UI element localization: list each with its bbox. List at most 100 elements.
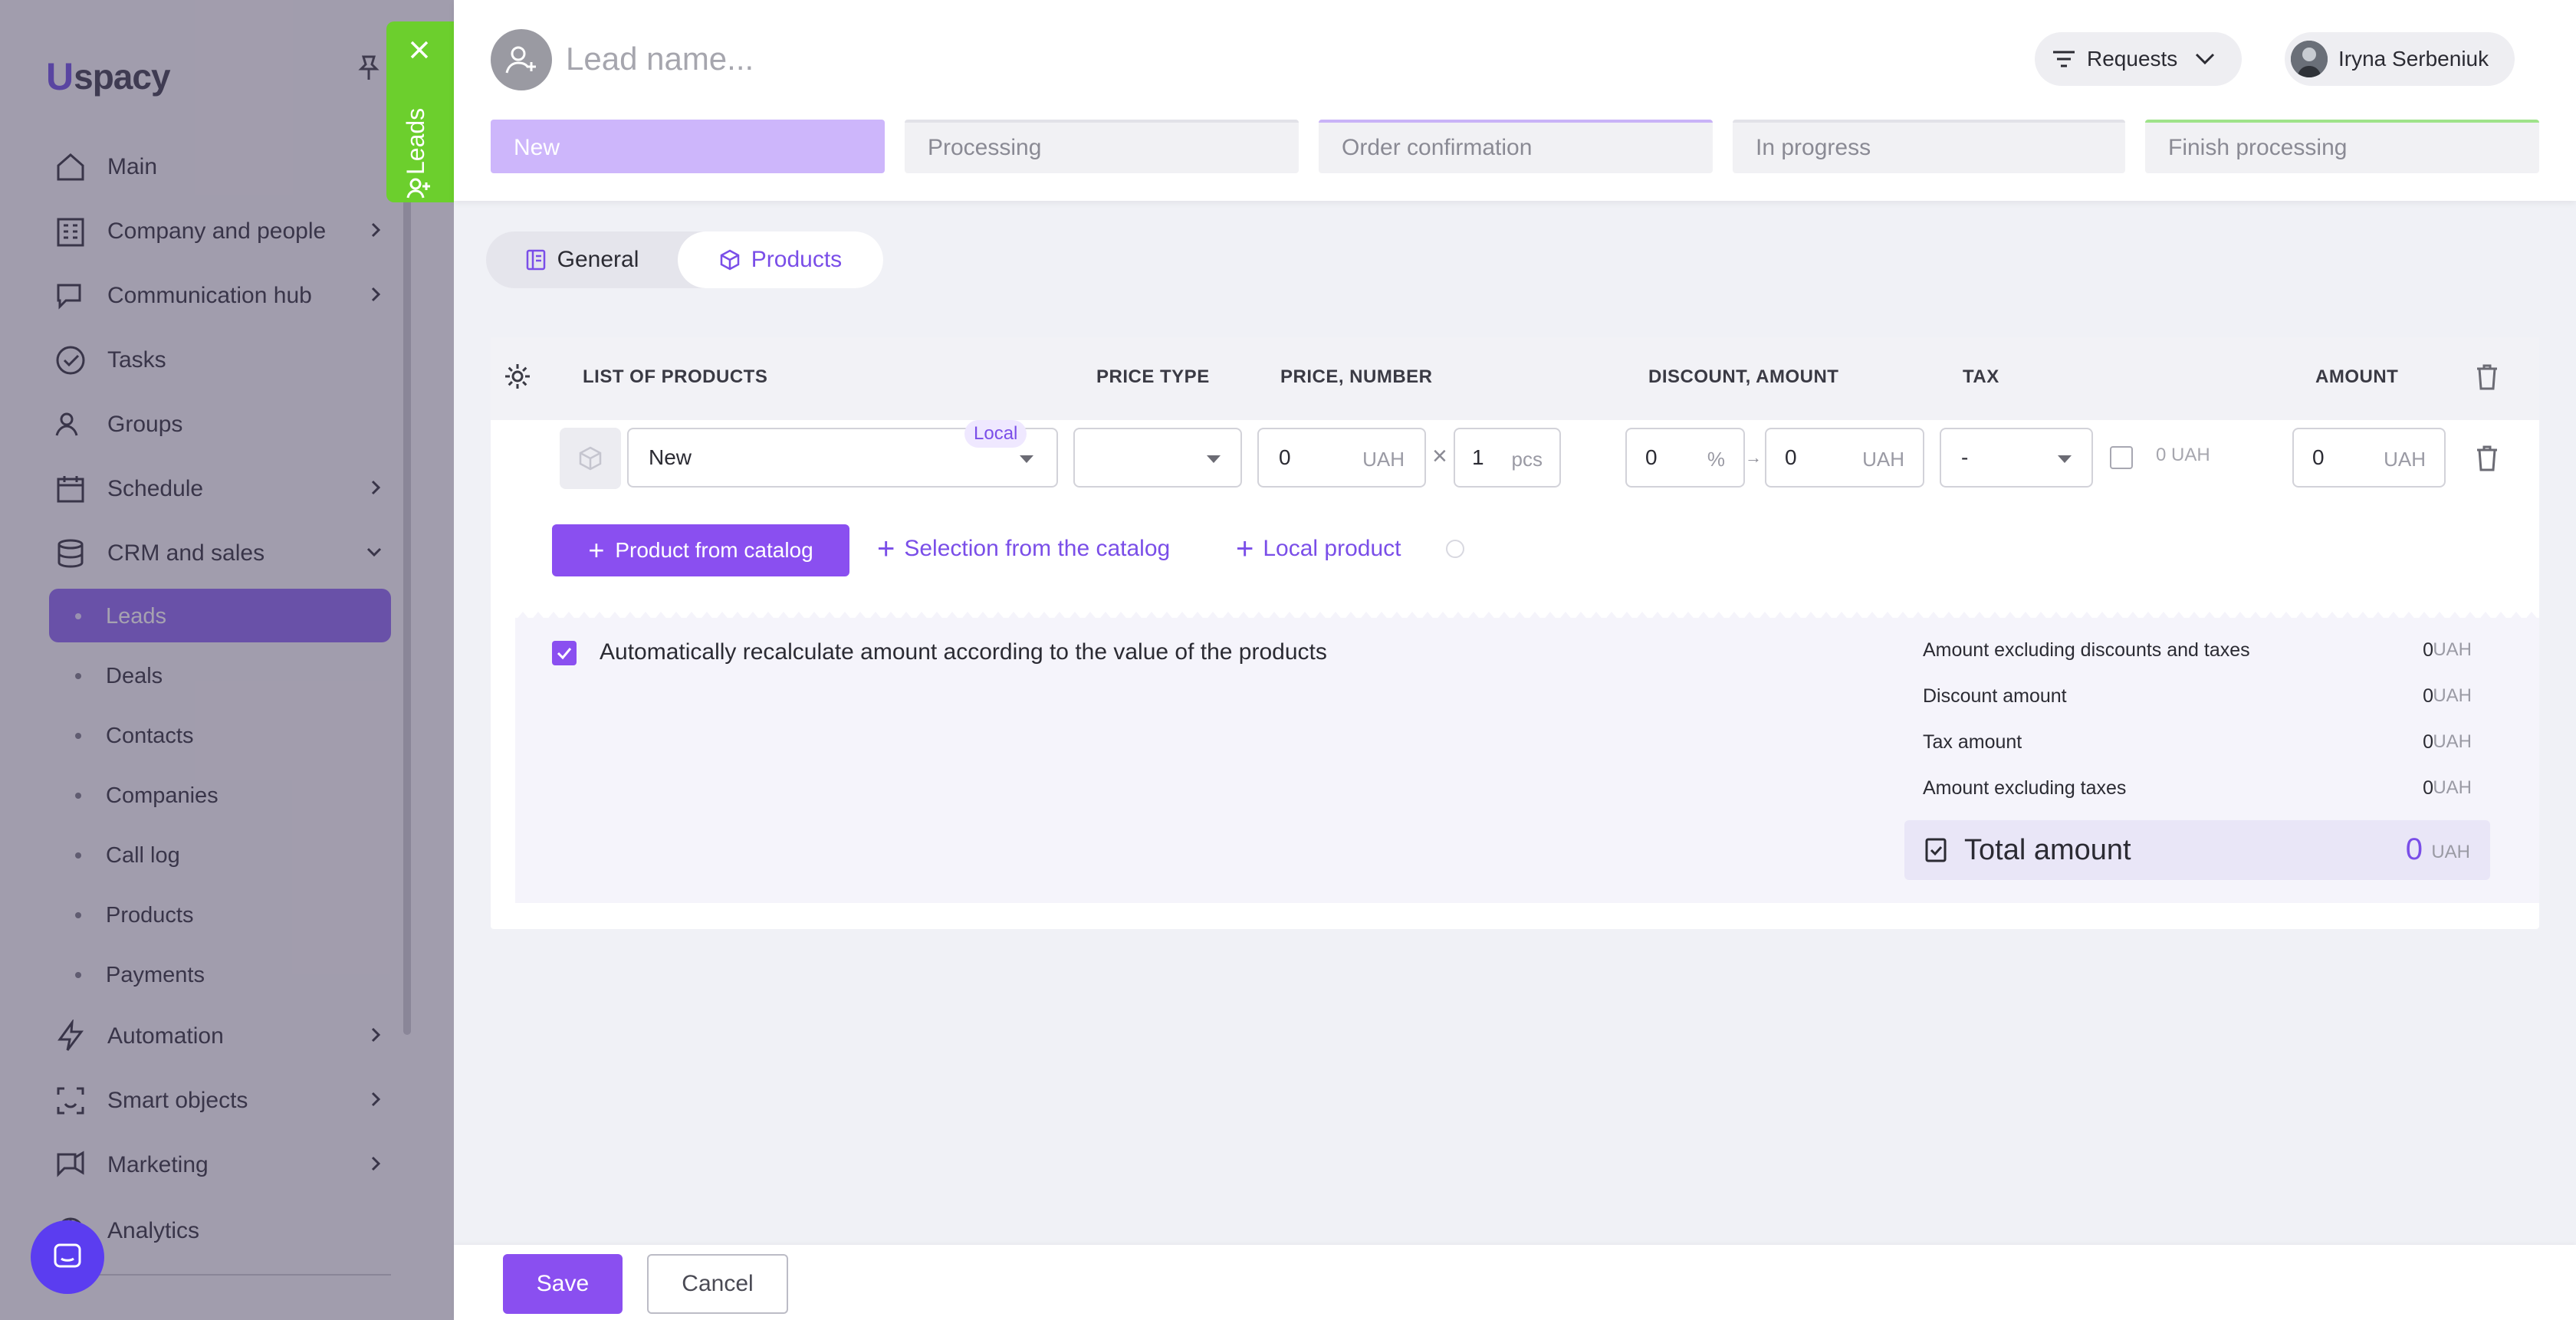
price-type-select[interactable] xyxy=(1073,428,1242,488)
filter-icon xyxy=(2052,50,2076,68)
summary-value: 0 xyxy=(2423,731,2433,753)
quantity-unit: pcs xyxy=(1511,448,1543,471)
summary-currency: UAH xyxy=(2433,731,2472,752)
plus-icon: + xyxy=(1236,532,1254,566)
selection-from-catalog-link[interactable]: + Selection from the catalog xyxy=(877,534,1170,564)
side-tab-label: Leads xyxy=(402,107,429,175)
user-avatar xyxy=(2291,41,2328,77)
total-amount-box: Total amount 0 UAH xyxy=(1904,820,2490,880)
checkmark-icon xyxy=(556,645,573,661)
tax-select[interactable]: - xyxy=(1940,428,2093,488)
amount-input[interactable]: 0 UAH xyxy=(2292,428,2446,488)
column-header-discount-amount: DISCOUNT, AMOUNT xyxy=(1648,366,1839,387)
delete-all-trash-icon[interactable] xyxy=(2475,363,2499,391)
amount-currency: UAH xyxy=(2384,448,2426,471)
summary-label: Discount amount xyxy=(1923,685,2067,707)
stage-label: Finish processing xyxy=(2168,135,2348,160)
add-lead-icon xyxy=(406,175,432,201)
auto-recalculate-label: Automatically recalculate amount accordi… xyxy=(600,639,1327,665)
total-amount-label: Total amount xyxy=(1964,834,2131,866)
plus-icon: + xyxy=(588,534,605,566)
stage-label: New xyxy=(514,135,560,160)
modal-overlay[interactable] xyxy=(0,0,454,1320)
summary-label: Amount excluding taxes xyxy=(1923,777,2127,799)
chat-icon xyxy=(51,1240,84,1274)
discount-amount-input[interactable]: 0 UAH xyxy=(1765,428,1924,488)
stage-order-confirmation[interactable]: Order confirmation xyxy=(1319,120,1713,173)
summary-row: Tax amount 0 UAH xyxy=(1923,727,2472,757)
tab-label: Products xyxy=(751,247,843,272)
summary-row: Discount amount 0 UAH xyxy=(1923,681,2472,711)
info-icon[interactable] xyxy=(1446,540,1464,558)
arrow-right-icon: → xyxy=(1745,448,1762,467)
discount-percent-value: 0 xyxy=(1645,445,1658,469)
caret-down-icon xyxy=(1207,455,1221,463)
table-settings-gear-icon[interactable] xyxy=(503,362,532,391)
stage-processing[interactable]: Processing xyxy=(905,120,1299,173)
summary-label: Tax amount xyxy=(1923,731,2022,753)
tab-general[interactable]: General xyxy=(486,231,678,288)
tax-included-checkbox[interactable] xyxy=(2110,446,2133,469)
product-from-catalog-button[interactable]: + Product from catalog xyxy=(552,524,849,576)
lead-tabs: General Products xyxy=(486,231,883,288)
caret-down-icon xyxy=(1020,455,1033,463)
tab-products[interactable]: Products xyxy=(678,231,883,288)
delete-row-trash-icon[interactable] xyxy=(2475,445,2499,472)
save-button[interactable]: Save xyxy=(503,1254,623,1314)
price-value: 0 xyxy=(1279,445,1291,469)
total-amount-currency: UAH xyxy=(2431,842,2470,862)
user-profile-chip[interactable]: Iryna Serbeniuk xyxy=(2285,32,2515,86)
product-name-value: New xyxy=(649,445,692,469)
document-icon xyxy=(525,248,547,271)
stage-label: Processing xyxy=(928,135,1042,160)
chat-widget-button[interactable] xyxy=(31,1220,104,1294)
lead-name-input[interactable] xyxy=(564,35,1257,83)
column-header-price-number: PRICE, NUMBER xyxy=(1280,366,1433,387)
column-header-amount: AMOUNT xyxy=(2315,366,2399,387)
link-label: Local product xyxy=(1263,536,1401,561)
stage-label: In progress xyxy=(1756,135,1871,160)
lead-avatar[interactable] xyxy=(491,29,552,90)
summary-value: 0 xyxy=(2423,639,2433,661)
price-input[interactable]: 0 UAH xyxy=(1257,428,1426,488)
quantity-input[interactable]: 1 pcs xyxy=(1454,428,1561,488)
summary-value: 0 xyxy=(2423,685,2433,707)
leads-side-tab[interactable]: Leads xyxy=(386,21,454,202)
discount-currency: UAH xyxy=(1862,448,1904,471)
total-amount-value: 0 xyxy=(2405,832,2423,866)
cancel-button[interactable]: Cancel xyxy=(647,1254,788,1314)
summary-row: Amount excluding discounts and taxes 0 U… xyxy=(1923,635,2472,665)
summary-currency: UAH xyxy=(2433,777,2472,798)
caret-down-icon xyxy=(2058,455,2072,463)
receipt-icon xyxy=(1924,837,1947,863)
product-thumbnail xyxy=(560,428,621,489)
tax-amount-currency: UAH xyxy=(2171,445,2210,465)
discount-amount-value: 0 xyxy=(1785,445,1797,469)
requests-dropdown[interactable]: Requests xyxy=(2035,32,2242,86)
summary-value: 0 xyxy=(2423,777,2433,799)
stage-in-progress[interactable]: In progress xyxy=(1733,120,2125,173)
close-icon[interactable] xyxy=(408,38,431,61)
price-currency: UAH xyxy=(1362,448,1405,471)
amount-value: 0 xyxy=(2312,445,2325,469)
percent-sign: % xyxy=(1707,448,1725,471)
user-name: Iryna Serbeniuk xyxy=(2338,47,2489,71)
discount-percent-input[interactable]: 0 % xyxy=(1625,428,1745,488)
plus-icon: + xyxy=(877,532,895,566)
multiply-sign: × xyxy=(1432,442,1447,471)
auto-recalculate-checkbox[interactable] xyxy=(552,641,577,665)
stage-new[interactable]: New xyxy=(491,120,885,173)
tab-label: General xyxy=(557,247,639,272)
column-header-price-type: PRICE TYPE xyxy=(1096,366,1210,387)
quantity-value: 1 xyxy=(1472,445,1484,469)
stage-finish-processing[interactable]: Finish processing xyxy=(2145,120,2539,173)
stage-label: Order confirmation xyxy=(1342,135,1533,160)
summary-currency: UAH xyxy=(2433,685,2472,706)
tax-amount-value: 0 xyxy=(2156,445,2167,465)
local-product-link[interactable]: + Local product xyxy=(1236,534,1401,564)
local-badge: Local xyxy=(964,420,1027,448)
box-icon xyxy=(719,248,741,271)
link-label: Selection from the catalog xyxy=(904,536,1171,561)
summary-row: Amount excluding taxes 0 UAH xyxy=(1923,773,2472,803)
tax-amount: 0 UAH xyxy=(2156,445,2210,466)
